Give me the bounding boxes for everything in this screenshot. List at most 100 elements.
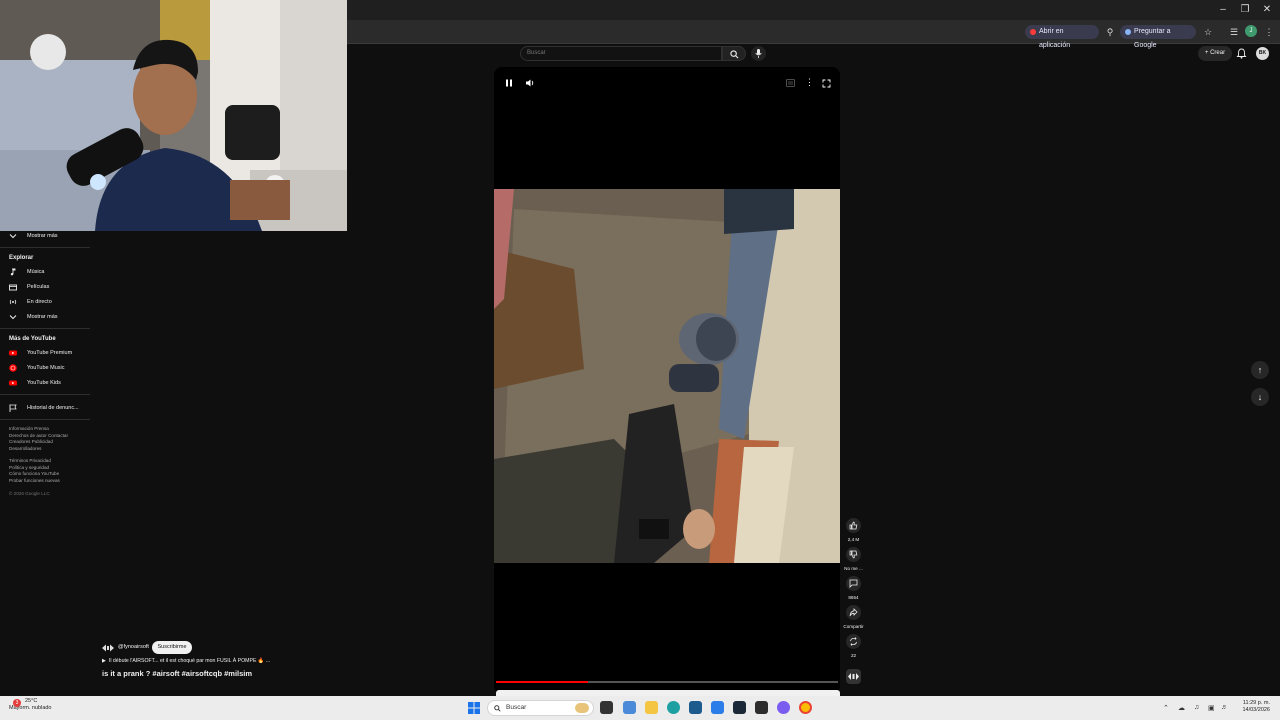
like-button[interactable] bbox=[846, 518, 861, 533]
create-button[interactable]: + Crear bbox=[1198, 46, 1232, 61]
channel-avatar-icon[interactable] bbox=[102, 642, 114, 654]
sidebar-show-more-top[interactable]: Mostrar más bbox=[9, 230, 89, 242]
play-small-icon: ▶ bbox=[102, 658, 109, 664]
bookmark-star-icon[interactable]: ☆ bbox=[1201, 25, 1215, 39]
chevron-down-icon bbox=[9, 315, 17, 320]
create-label: Crear bbox=[1210, 50, 1226, 56]
sidebar-item-label: YouTube Premium bbox=[27, 350, 73, 356]
dislike-button[interactable] bbox=[846, 547, 861, 562]
weather-widget[interactable]: 3 25°C Mayorm. nublado bbox=[9, 698, 52, 712]
sidebar-item-live[interactable]: En directo bbox=[9, 296, 89, 308]
account-avatar[interactable]: BK bbox=[1256, 47, 1269, 60]
youtube-kids-icon bbox=[9, 380, 17, 386]
browser-menu-icon[interactable]: ⋮ bbox=[1262, 25, 1276, 39]
comments-button[interactable] bbox=[846, 576, 861, 591]
channel-name[interactable]: @fynoairsoft bbox=[118, 644, 149, 650]
restore-icon[interactable]: ❐ bbox=[1238, 3, 1252, 17]
search-icon bbox=[730, 50, 739, 59]
riot-client-icon[interactable] bbox=[755, 701, 768, 714]
minimize-icon[interactable]: – bbox=[1216, 3, 1230, 17]
tray-mic-icon[interactable]: ♫ bbox=[1194, 704, 1199, 711]
remix-icon bbox=[850, 637, 857, 646]
sidebar-item-youtube-kids[interactable]: YouTube Kids bbox=[9, 377, 89, 389]
zoom-search-icon[interactable]: ⚲ bbox=[1103, 25, 1117, 39]
open-in-app-chip[interactable]: Abrir en aplicación bbox=[1025, 25, 1099, 49]
music-track[interactable]: ▶ Il débute l'AIRSOFT... et il est choqu… bbox=[102, 658, 270, 664]
volume-icon[interactable] bbox=[525, 78, 535, 88]
video-frame bbox=[494, 189, 840, 563]
fullscreen-icon[interactable] bbox=[822, 79, 831, 88]
previous-short-button[interactable]: ↑ bbox=[1251, 361, 1269, 379]
sidebar-item-label: En directo bbox=[27, 299, 52, 305]
tray-display-icon[interactable]: ▣ bbox=[1208, 704, 1215, 712]
ask-google-chip[interactable]: Preguntar a Google bbox=[1120, 25, 1196, 49]
file-explorer-icon[interactable] bbox=[645, 701, 658, 714]
close-icon[interactable]: ✕ bbox=[1260, 3, 1274, 17]
search-input[interactable]: Buscar bbox=[520, 46, 722, 61]
share-label: Compartir bbox=[843, 624, 864, 629]
chevron-down-icon bbox=[9, 234, 17, 239]
weather-badge: 3 bbox=[13, 699, 21, 707]
comment-icon bbox=[849, 579, 858, 588]
clapperboard-icon bbox=[9, 284, 17, 291]
notifications-bell-icon[interactable] bbox=[1236, 48, 1247, 59]
task-view-icon[interactable] bbox=[600, 701, 613, 714]
taskbar-search-box[interactable]: Buscar bbox=[487, 700, 594, 716]
tray-volume-icon[interactable]: ♬ bbox=[1221, 704, 1228, 711]
share-arrow-icon bbox=[849, 608, 858, 617]
like-count: 2,4 M bbox=[847, 537, 860, 542]
tray-cloud-icon[interactable]: ☁ bbox=[1178, 704, 1185, 712]
webcam-image bbox=[0, 0, 347, 231]
youtube-app-icon bbox=[1030, 29, 1036, 35]
sidebar-item-youtube-music[interactable]: YouTube Music bbox=[9, 362, 89, 374]
arrow-up-icon: ↑ bbox=[1257, 365, 1263, 375]
video-progress-bar[interactable] bbox=[496, 681, 838, 683]
messenger-icon[interactable] bbox=[777, 701, 790, 714]
next-short-button[interactable]: ↓ bbox=[1251, 388, 1269, 406]
video-progress-fill bbox=[496, 681, 589, 683]
sidebar-item-youtube-premium[interactable]: YouTube Premium bbox=[9, 347, 89, 359]
sidebar-heading-explore: Explorar bbox=[9, 255, 34, 261]
pause-icon[interactable] bbox=[505, 79, 513, 87]
sidebar-footer-links-2: Términos Privacidad Política y seguridad… bbox=[9, 458, 89, 484]
sidebar-item-label: Música bbox=[27, 269, 45, 275]
taskbar-clock[interactable]: 11:29 p. m. 14/03/2026 bbox=[1230, 700, 1270, 714]
sidebar-item-movies[interactable]: Películas bbox=[9, 281, 89, 293]
widgets-icon[interactable] bbox=[623, 701, 636, 714]
share-button[interactable] bbox=[846, 605, 861, 620]
shorts-video-player[interactable]: ⋮ bbox=[494, 67, 840, 694]
youtube-music-icon bbox=[9, 364, 17, 372]
footer-link[interactable]: Probar funciones nuevas bbox=[9, 478, 89, 485]
microphone-icon bbox=[755, 49, 762, 58]
music-note-icon bbox=[10, 268, 16, 276]
more-options-icon[interactable]: ⋮ bbox=[805, 77, 814, 88]
sidebar-item-report-history[interactable]: Historial de denunc... bbox=[9, 402, 89, 414]
outlook-icon[interactable] bbox=[711, 701, 724, 714]
store-app-icon[interactable] bbox=[689, 701, 702, 714]
sound-thumbnail[interactable] bbox=[846, 669, 861, 684]
footer-link[interactable]: Desarrolladores bbox=[9, 446, 89, 453]
windows-start-icon[interactable] bbox=[468, 702, 480, 714]
copyright: © 2026 Google LLC bbox=[9, 491, 50, 496]
chrome-icon[interactable] bbox=[799, 701, 812, 714]
captions-icon[interactable] bbox=[786, 79, 795, 87]
flag-icon bbox=[9, 404, 17, 412]
youtube-premium-icon bbox=[9, 350, 17, 356]
tray-overflow-icon[interactable]: ⌃ bbox=[1163, 704, 1169, 712]
voice-search-button[interactable] bbox=[751, 46, 766, 61]
extensions-icon[interactable]: ☰ bbox=[1227, 25, 1241, 39]
arrow-down-icon: ↓ bbox=[1257, 392, 1263, 402]
remix-button[interactable] bbox=[846, 634, 861, 649]
comment-count: 8654 bbox=[848, 595, 859, 600]
steam-icon[interactable] bbox=[733, 701, 746, 714]
search-button[interactable] bbox=[722, 46, 746, 61]
sidebar-item-music[interactable]: Música bbox=[9, 266, 89, 278]
sidebar-show-more-explore[interactable]: Mostrar más bbox=[9, 311, 89, 323]
subscribe-button[interactable]: Suscribirme bbox=[152, 641, 192, 654]
edge-browser-icon[interactable] bbox=[667, 701, 680, 714]
music-track-label: Il débute l'AIRSOFT... et il est choqué … bbox=[108, 658, 271, 664]
sidebar-item-label: Mostrar más bbox=[27, 314, 58, 320]
audio-waveform-icon bbox=[848, 673, 859, 680]
sidebar-item-label: YouTube Music bbox=[27, 365, 65, 371]
profile-avatar[interactable]: J bbox=[1245, 25, 1257, 37]
